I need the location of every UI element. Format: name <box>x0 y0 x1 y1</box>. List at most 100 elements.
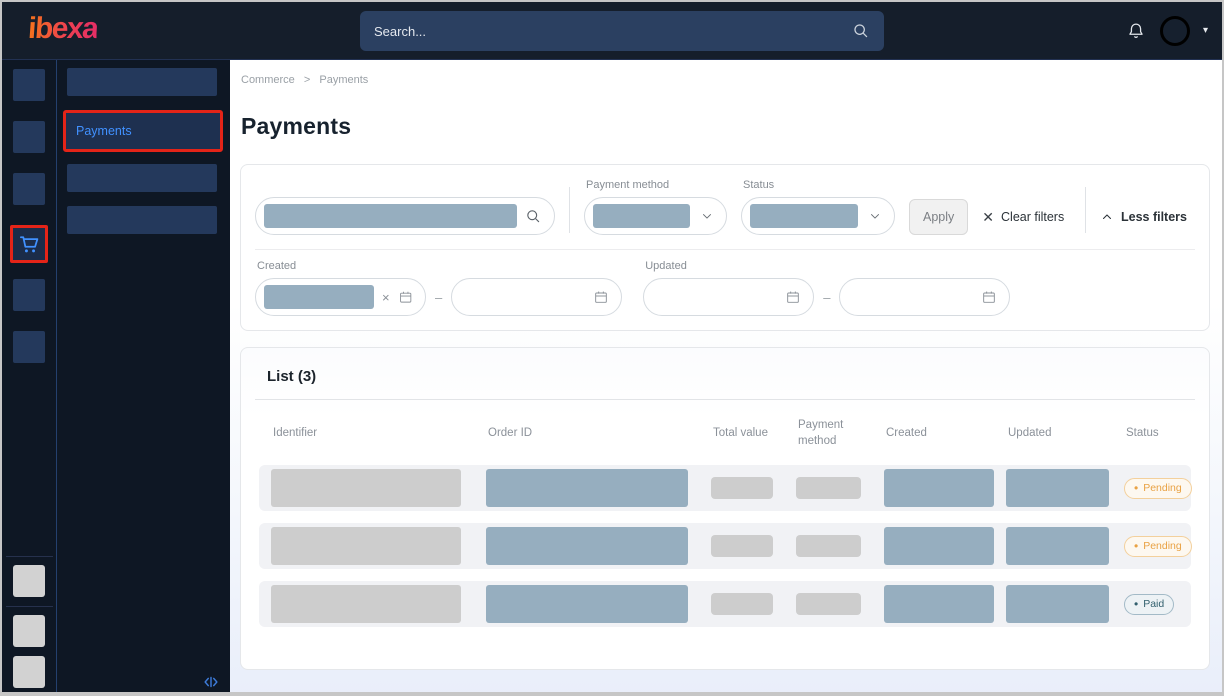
chevron-down-icon <box>700 209 714 223</box>
chevron-down-icon <box>868 209 882 223</box>
breadcrumb-separator: > <box>304 74 310 86</box>
payment-method-label: Payment method <box>586 179 727 191</box>
clear-filters-button[interactable]: ✕ Clear filters <box>982 199 1064 235</box>
created-label: Created <box>257 260 622 272</box>
rail-item-6[interactable] <box>13 331 45 363</box>
redacted-search-value <box>264 204 517 228</box>
column-header-identifier: Identifier <box>265 426 480 442</box>
search-icon <box>525 208 542 225</box>
rail-bottom-item-3[interactable] <box>13 656 45 688</box>
notifications-bell-icon[interactable] <box>1125 20 1147 42</box>
rail-item-3[interactable] <box>13 173 45 205</box>
date-range-separator: – <box>435 290 442 305</box>
redacted-payment-method <box>796 593 861 615</box>
status-select[interactable] <box>741 197 895 235</box>
app-window: ibexa ▾ <box>0 0 1224 696</box>
sidebar-item-1[interactable] <box>67 68 217 96</box>
updated-label: Updated <box>645 260 1010 272</box>
breadcrumb-payments[interactable]: Payments <box>319 74 368 86</box>
redacted-status-value <box>750 204 858 228</box>
topbar-actions: ▾ <box>1125 16 1208 46</box>
chevron-up-icon <box>1100 210 1114 224</box>
sidebar-item-label: Payments <box>66 113 220 149</box>
column-header-updated: Updated <box>1000 426 1118 442</box>
rail-item-5[interactable] <box>13 279 45 311</box>
created-to-date-input[interactable] <box>451 278 622 316</box>
table-row[interactable]: Pending <box>259 523 1191 569</box>
rail-bottom-item-2[interactable] <box>13 615 45 647</box>
breadcrumb: Commerce > Payments <box>240 74 1210 86</box>
shopping-cart-icon <box>15 230 43 258</box>
user-menu-caret-icon[interactable]: ▾ <box>1203 26 1208 36</box>
status-badge: Pending <box>1124 536 1192 557</box>
redacted-identifier <box>271 527 461 565</box>
apply-button[interactable]: Apply <box>909 199 968 235</box>
redacted-updated <box>1006 585 1109 623</box>
status-badge: Paid <box>1124 594 1174 615</box>
redacted-created <box>884 527 994 565</box>
rail-divider <box>6 556 53 557</box>
status-badge: Pending <box>1124 478 1192 499</box>
redacted-order-id <box>486 469 688 507</box>
payments-list-panel: List (3) Identifier Order ID Total value… <box>240 347 1210 670</box>
status-label: Status <box>743 179 895 191</box>
table-row[interactable]: Paid <box>259 581 1191 627</box>
global-search[interactable] <box>360 11 884 51</box>
redacted-payment-method <box>796 535 861 557</box>
user-avatar[interactable] <box>1160 16 1190 46</box>
redacted-payment-method <box>796 477 861 499</box>
rail-item-1[interactable] <box>13 69 45 101</box>
rail-divider <box>6 606 53 607</box>
filter-search-field[interactable] <box>255 197 555 235</box>
created-from-date-input[interactable]: × <box>255 278 426 316</box>
list-title: List (3) <box>267 368 1197 385</box>
ibexa-logo[interactable]: ibexa <box>27 14 99 48</box>
redacted-order-id <box>486 585 688 623</box>
updated-from-date-input[interactable] <box>643 278 814 316</box>
collapse-sidebar-icon[interactable] <box>202 673 220 691</box>
column-header-total-value: Total value <box>705 426 790 442</box>
column-header-created: Created <box>878 426 1000 442</box>
search-icon <box>852 22 870 40</box>
clear-filters-label: Clear filters <box>1001 210 1064 224</box>
calendar-icon <box>593 289 609 305</box>
filters-horizontal-divider <box>255 249 1195 250</box>
calendar-icon <box>981 289 997 305</box>
page-title: Payments <box>241 113 1210 140</box>
filter-divider <box>569 187 570 233</box>
redacted-created <box>884 469 994 507</box>
main-content: Commerce > Payments Payments <box>230 60 1222 696</box>
rail-bottom-item-1[interactable] <box>13 565 45 597</box>
breadcrumb-commerce[interactable]: Commerce <box>241 74 295 86</box>
redacted-order-id <box>486 527 688 565</box>
column-header-order-id: Order ID <box>480 426 705 442</box>
redacted-identifier <box>271 469 461 507</box>
redacted-created <box>884 585 994 623</box>
redacted-date-value <box>264 285 374 309</box>
column-header-status: Status <box>1118 426 1185 442</box>
updated-to-date-input[interactable] <box>839 278 1010 316</box>
filter-divider <box>1085 187 1086 233</box>
redacted-total-value <box>711 535 773 557</box>
redacted-total-value <box>711 477 773 499</box>
redacted-updated <box>1006 469 1109 507</box>
table-header-row: Identifier Order ID Total value Payment … <box>253 400 1197 465</box>
sidebar-item-payments-selected[interactable]: Payments <box>63 110 223 152</box>
calendar-icon <box>398 289 413 305</box>
table-row[interactable]: Pending <box>259 465 1191 511</box>
icon-rail-sidebar <box>2 60 57 696</box>
filters-panel: Payment method Status <box>240 164 1210 331</box>
rail-item-commerce-selected[interactable] <box>10 225 48 263</box>
search-input[interactable] <box>374 24 852 39</box>
less-filters-label: Less filters <box>1121 210 1187 224</box>
sidebar-item-4[interactable] <box>67 206 217 234</box>
clear-x-icon: ✕ <box>982 209 994 226</box>
less-filters-button[interactable]: Less filters <box>1100 199 1187 235</box>
rail-item-2[interactable] <box>13 121 45 153</box>
column-header-payment-method: Payment method <box>790 418 878 449</box>
redacted-total-value <box>711 593 773 615</box>
redacted-identifier <box>271 585 461 623</box>
clear-date-icon[interactable]: × <box>382 290 390 305</box>
sidebar-item-3[interactable] <box>67 164 217 192</box>
payment-method-select[interactable] <box>584 197 727 235</box>
